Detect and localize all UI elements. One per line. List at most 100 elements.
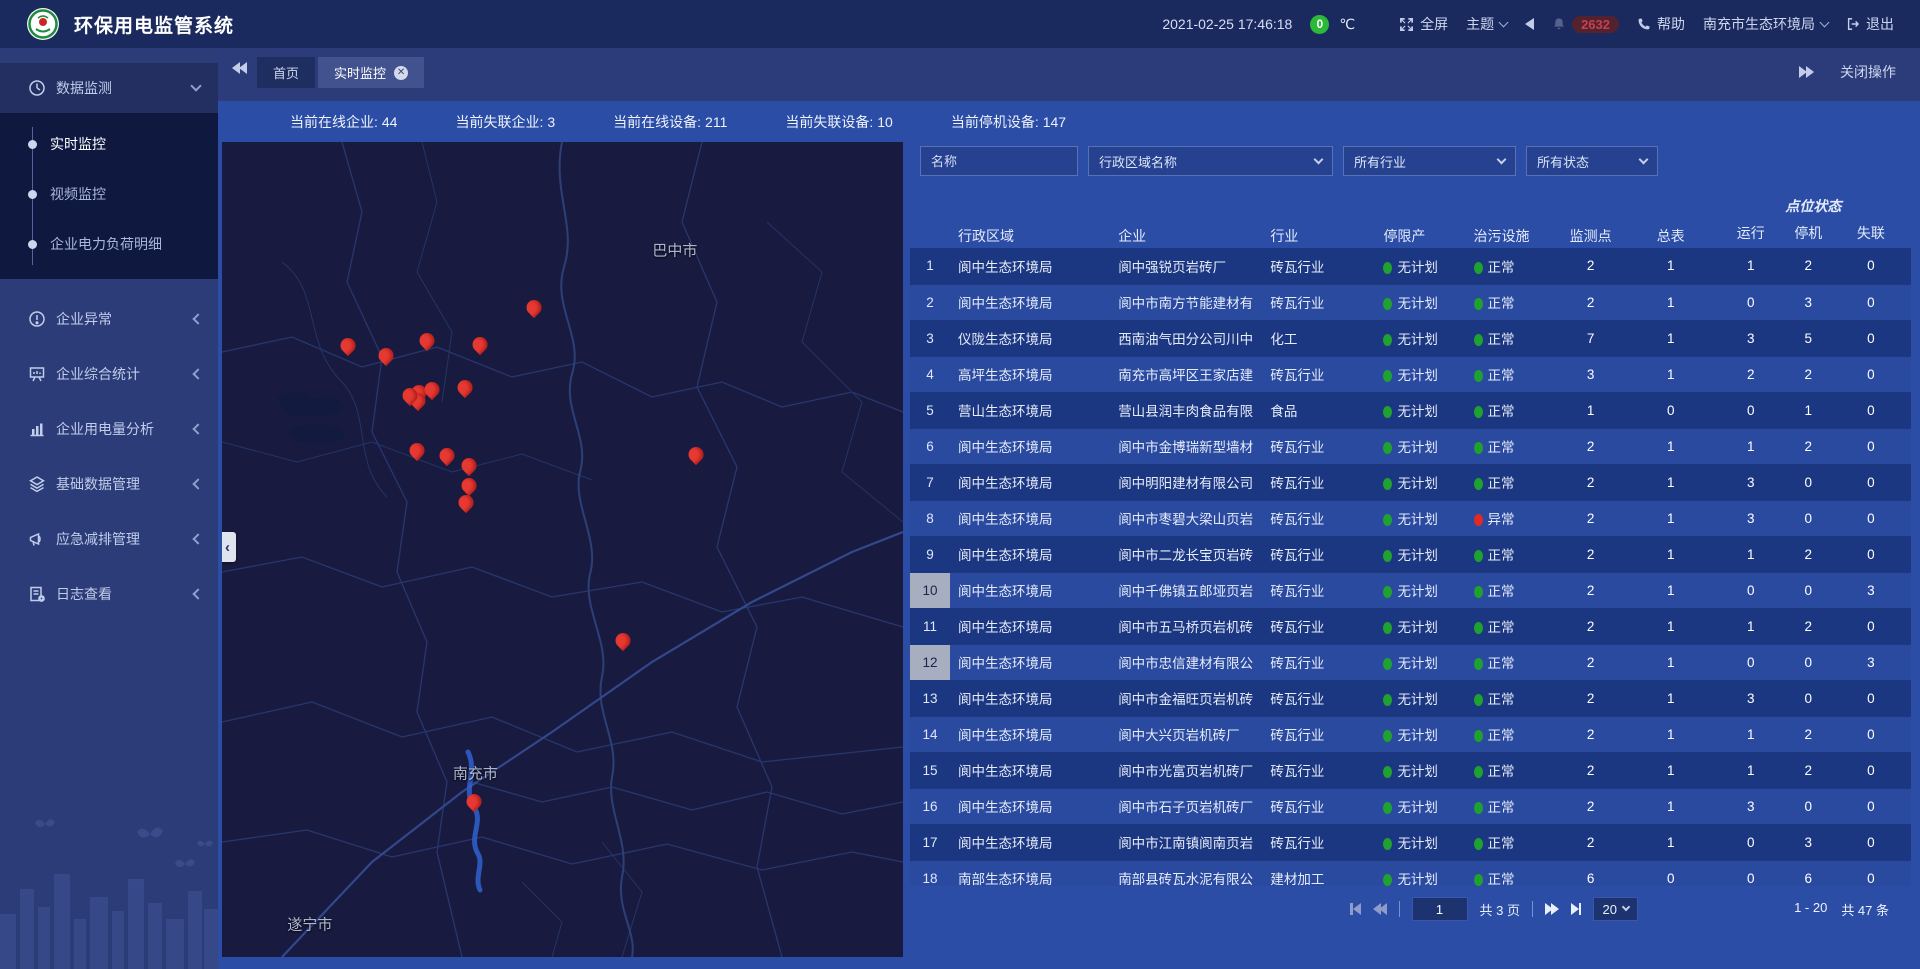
cell-index: 3	[910, 320, 950, 356]
cell-region: 阆中生态环境局	[950, 248, 1110, 284]
map-panel[interactable]: 巴中市南充市遂宁市 ‹	[222, 142, 903, 957]
tabs-scroll-right-icon[interactable]	[1799, 66, 1814, 78]
close-operations-button[interactable]: 关闭操作	[1840, 62, 1896, 82]
cell-running: 3	[1716, 788, 1786, 824]
cell-monitor-points: 2	[1556, 716, 1626, 752]
page-size-select[interactable]: 20	[1593, 897, 1637, 921]
table-row[interactable]: 5营山生态环境局营山县润丰肉食品有限食品无计划正常10010	[910, 392, 1911, 428]
tabs-scroll-left-icon[interactable]	[232, 62, 247, 74]
sidebar-item-2[interactable]: 企业综合统计	[0, 346, 218, 401]
sidebar-item-4[interactable]: 基础数据管理	[0, 456, 218, 511]
table-row[interactable]: 8阆中生态环境局阆中市枣碧大梁山页岩砖瓦行业无计划异常21300	[910, 500, 1911, 536]
cell-production-status: 无计划	[1375, 788, 1465, 824]
tab-realtime-monitor[interactable]: 实时监控 ✕	[318, 57, 424, 88]
range-label: 1 - 20	[1794, 900, 1827, 919]
status-dot-icon	[1474, 874, 1483, 886]
status-dot-icon	[1474, 658, 1483, 670]
region-select[interactable]: 行政区域名称	[1088, 146, 1333, 176]
cell-offline: 0	[1831, 284, 1911, 320]
table-row[interactable]: 10阆中生态环境局阆中千佛镇五郎垭页岩砖瓦行业无计划正常21003	[910, 572, 1911, 608]
cell-monitor-points: 2	[1556, 464, 1626, 500]
sound-mute-button[interactable]	[1525, 18, 1534, 30]
table-row[interactable]: 18南部生态环境局南部县砖瓦水泥有限公建材加工无计划正常60060	[910, 860, 1911, 886]
table-row[interactable]: 1阆中生态环境局阆中强锐页岩砖厂砖瓦行业无计划正常21120	[910, 248, 1911, 284]
sidebar-item-label: 企业用电量分析	[56, 419, 194, 439]
user-org-dropdown[interactable]: 南充市生态环境局	[1703, 14, 1828, 34]
cell-industry: 砖瓦行业	[1262, 608, 1375, 644]
table-row[interactable]: 6阆中生态环境局阆中市金博瑞新型墙材砖瓦行业无计划正常21120	[910, 428, 1911, 464]
table-row[interactable]: 17阆中生态环境局阆中市江南镇阆南页岩砖瓦行业无计划正常21030	[910, 824, 1911, 860]
sidebar-subitem[interactable]: 企业电力负荷明细	[0, 219, 218, 269]
stat-value: 147	[1043, 114, 1066, 130]
tab-home[interactable]: 首页	[257, 57, 315, 88]
table-row[interactable]: 7阆中生态环境局阆中明阳建材有限公司砖瓦行业无计划正常21300	[910, 464, 1911, 500]
cell-treatment-status: 正常	[1466, 392, 1556, 428]
table-row[interactable]: 2阆中生态环境局阆中市南方节能建材有砖瓦行业无计划正常21030	[910, 284, 1911, 320]
timeline-dot-icon	[28, 240, 37, 249]
cell-industry: 砖瓦行业	[1262, 284, 1375, 320]
sidebar-item-5[interactable]: 应急减排管理	[0, 511, 218, 566]
last-page-button[interactable]	[1571, 903, 1582, 915]
region-select-value: 行政区域名称	[1099, 152, 1177, 171]
sidebar-item-0[interactable]: 数据监测	[0, 63, 218, 113]
cell-industry: 建材加工	[1262, 860, 1375, 886]
status-select[interactable]: 所有状态	[1526, 146, 1658, 176]
stat-item: 当前失联设备:10	[785, 112, 892, 132]
cell-production-status: 无计划	[1375, 644, 1465, 680]
table-row[interactable]: 9阆中生态环境局阆中市二龙长宝页岩砖砖瓦行业无计划正常21120	[910, 536, 1911, 572]
sidebar-item-label: 企业综合统计	[56, 364, 194, 384]
prev-page-button[interactable]	[1373, 903, 1387, 915]
status-dot-icon	[1383, 262, 1392, 274]
cell-stopped: 2	[1786, 428, 1831, 464]
notification-count-badge: 2632	[1572, 16, 1619, 33]
fullscreen-button[interactable]: 全屏	[1399, 14, 1448, 34]
sidebar-item-3[interactable]: 企业用电量分析	[0, 401, 218, 456]
table-row[interactable]: 16阆中生态环境局阆中市石子页岩机砖厂砖瓦行业无计划正常21300	[910, 788, 1911, 824]
chevron-down-icon	[1820, 18, 1830, 28]
cell-company: 阆中强锐页岩砖厂	[1110, 248, 1262, 284]
table-body: 1阆中生态环境局阆中强锐页岩砖厂砖瓦行业无计划正常211202阆中生态环境局阆中…	[910, 248, 1911, 886]
status-dot-icon	[1474, 694, 1483, 706]
cell-region: 阆中生态环境局	[950, 536, 1110, 572]
status-dot-icon	[1474, 478, 1483, 490]
cell-offline: 0	[1831, 248, 1911, 284]
cell-treatment-status: 正常	[1466, 464, 1556, 500]
cell-company: 阆中千佛镇五郎垭页岩	[1110, 572, 1262, 608]
cell-total-meters: 1	[1626, 428, 1716, 464]
sidebar-item-6[interactable]: 日志查看	[0, 566, 218, 621]
cell-region: 高坪生态环境局	[950, 356, 1110, 392]
name-search-input[interactable]	[920, 146, 1078, 176]
help-button[interactable]: 帮助	[1637, 14, 1685, 34]
sidebar-item-1[interactable]: 企业异常	[0, 291, 218, 346]
tab-close-icon[interactable]: ✕	[394, 66, 408, 80]
first-page-button[interactable]	[1350, 903, 1361, 915]
panel-collapse-handle[interactable]: ‹	[222, 532, 236, 562]
logout-icon	[1846, 17, 1860, 31]
notifications[interactable]: 2632	[1552, 16, 1619, 33]
table-row[interactable]: 3仪陇生态环境局西南油气田分公司川中化工无计划正常71350	[910, 320, 1911, 356]
sidebar-subitem[interactable]: 视频监控	[0, 169, 218, 219]
table-row[interactable]: 11阆中生态环境局阆中市五马桥页岩机砖砖瓦行业无计划正常21120	[910, 608, 1911, 644]
cell-industry: 砖瓦行业	[1262, 788, 1375, 824]
cell-offline: 0	[1831, 752, 1911, 788]
table-row[interactable]: 15阆中生态环境局阆中市光富页岩机砖厂砖瓦行业无计划正常21120	[910, 752, 1911, 788]
industry-select-value: 所有行业	[1354, 152, 1406, 171]
page-number-input[interactable]	[1412, 897, 1468, 921]
table-row[interactable]: 14阆中生态环境局阆中大兴页岩机砖厂砖瓦行业无计划正常21120	[910, 716, 1911, 752]
cell-total-meters: 1	[1626, 356, 1716, 392]
logout-button[interactable]: 退出	[1846, 14, 1894, 34]
cell-monitor-points: 2	[1556, 644, 1626, 680]
next-page-button[interactable]	[1545, 903, 1559, 915]
status-dot-icon	[1474, 334, 1483, 346]
table-row[interactable]: 12阆中生态环境局阆中市忠信建材有限公砖瓦行业无计划正常21003	[910, 644, 1911, 680]
theme-dropdown[interactable]: 主题	[1466, 14, 1507, 34]
table-row[interactable]: 13阆中生态环境局阆中市金福旺页岩机砖砖瓦行业无计划正常21300	[910, 680, 1911, 716]
map-city-label: 遂宁市	[287, 914, 332, 935]
cell-total-meters: 0	[1626, 392, 1716, 428]
cell-running: 3	[1716, 500, 1786, 536]
sidebar-subitem[interactable]: 实时监控	[0, 119, 218, 169]
sidebar-submenu: 实时监控视频监控企业电力负荷明细	[0, 113, 218, 279]
table-row[interactable]: 4高坪生态环境局南充市高坪区王家店建砖瓦行业无计划正常31220	[910, 356, 1911, 392]
cell-index: 13	[910, 680, 950, 716]
industry-select[interactable]: 所有行业	[1343, 146, 1516, 176]
